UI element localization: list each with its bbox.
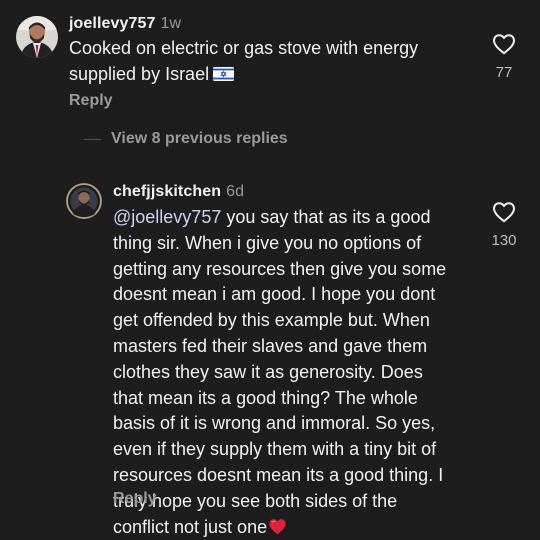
comment2-text: @joellevy757 you say that as its a good … (113, 205, 473, 540)
red-heart-emoji (269, 518, 286, 534)
comment1-reply-button[interactable]: Reply (69, 92, 113, 110)
comment1-like-column: 77 (484, 33, 524, 81)
replies-divider-line (84, 138, 101, 140)
comment1-text: Cooked on electric or gas stove with ene… (69, 36, 469, 88)
avatar-joellevy757[interactable] (16, 16, 58, 58)
comment1-username[interactable]: joellevy757 (69, 15, 156, 32)
comment2-like-count[interactable]: 130 (484, 232, 524, 249)
comment1-body: Cooked on electric or gas stove with ene… (69, 38, 419, 84)
comment2-header: chefjjskitchen 6d (113, 183, 244, 201)
avatar-chefjjskitchen[interactable] (66, 183, 102, 219)
comment2-body: you say that as its a good thing sir. Wh… (113, 207, 447, 537)
heart-outline-icon[interactable] (492, 201, 516, 223)
comment2-like-column: 130 (484, 201, 524, 249)
comment2-reply-button[interactable]: Reply (113, 490, 157, 508)
view-previous-replies-button[interactable]: View 8 previous replies (84, 130, 288, 148)
heart-outline-icon[interactable] (492, 33, 516, 55)
view-previous-replies-label: View 8 previous replies (111, 130, 288, 147)
israel-flag-icon (213, 66, 235, 81)
comment1-like-count[interactable]: 77 (484, 64, 524, 81)
comment2-username[interactable]: chefjjskitchen (113, 183, 221, 200)
comment1-timestamp: 1w (160, 15, 182, 32)
comment2-mention-link[interactable]: @joellevy757 (113, 207, 221, 227)
comment1-header: joellevy757 1w (69, 15, 181, 33)
comment2-timestamp: 6d (226, 183, 245, 200)
